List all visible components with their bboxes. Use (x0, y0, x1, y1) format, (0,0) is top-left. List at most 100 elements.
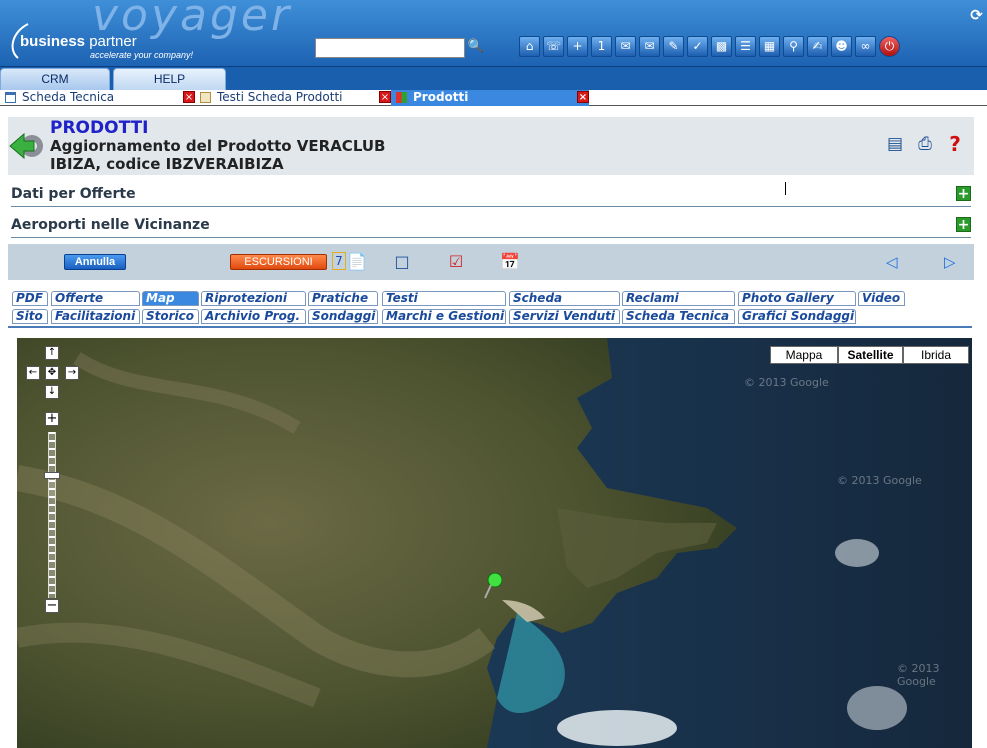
badge-count: 7 (332, 252, 346, 270)
tab-grafici-sondaggi[interactable]: Grafici Sondaggi (738, 309, 856, 324)
cancel-button[interactable]: Annulla (64, 254, 126, 270)
doc-tab-scheda-tecnica[interactable]: Scheda Tecnica × (0, 90, 195, 106)
tab-scheda[interactable]: Scheda (509, 291, 620, 306)
pan-center-icon[interactable]: ✥ (45, 366, 59, 380)
section-label: Aeroporti nelle Vicinanze (11, 217, 210, 233)
power-icon[interactable]: ⏻ (879, 36, 900, 57)
brand-name: business partner (20, 33, 137, 50)
mail-out-icon[interactable]: ✉ (639, 36, 660, 57)
phone-icon[interactable]: ☏ (543, 36, 564, 57)
tab-crm[interactable]: CRM (0, 68, 110, 90)
close-icon[interactable]: × (183, 91, 195, 103)
calendar-icon[interactable]: 1 (591, 36, 612, 57)
zoom-slider-thumb[interactable] (44, 471, 60, 479)
document-clip-icon[interactable]: 📄 (346, 251, 368, 273)
tab-testi[interactable]: Testi (382, 291, 506, 306)
note-icon[interactable]: □ (391, 251, 413, 273)
doc-tab-label: Prodotti (413, 90, 469, 104)
doc-tab-label: Testi Scheda Prodotti (217, 90, 343, 104)
calendar-icon[interactable]: 📅 (499, 251, 521, 273)
close-icon[interactable]: × (379, 91, 391, 103)
search-input[interactable] (315, 38, 465, 58)
map-copyright: © 2013 Google (897, 662, 940, 688)
menu-tabs: CRM HELP (0, 66, 987, 90)
task-check-icon[interactable]: ✓ (687, 36, 708, 57)
tab-servizi-venduti[interactable]: Servizi Venduti (509, 309, 620, 324)
map-type-ibrida[interactable]: Ibrida (903, 346, 969, 364)
map-imagery (17, 338, 972, 748)
document-tabs: Scheda Tecnica × Testi Scheda Prodotti ×… (0, 90, 987, 195)
tab-scheda-tecnica[interactable]: Scheda Tecnica (622, 309, 735, 324)
users-icon[interactable]: ☻ (831, 36, 852, 57)
tab-sondaggi[interactable]: Sondaggi (308, 309, 378, 324)
tab-pratiche[interactable]: Pratiche (308, 291, 378, 306)
excursions-button[interactable]: ESCURSIONI (230, 254, 327, 270)
link-icon[interactable]: ∞ (855, 36, 876, 57)
doc-tab-testi-scheda-prodotti[interactable]: Testi Scheda Prodotti × (195, 90, 391, 106)
expand-icon[interactable]: + (956, 186, 971, 201)
map-type-mappa[interactable]: Mappa (770, 346, 838, 364)
home-icon[interactable]: ⌂ (519, 36, 540, 57)
main-toolbar: ⌂ ☏ + 1 ✉ ✉ ✎ ✓ ▩ ☰ ▦ ⚲ ✍ ☻ ∞ ⏻ (519, 36, 900, 57)
tab-map[interactable]: Map (142, 291, 199, 306)
zoom-in-icon[interactable]: + (45, 412, 59, 426)
tab-riprotezioni[interactable]: Riprotezioni (201, 291, 306, 306)
tab-pdf[interactable]: PDF (12, 291, 48, 306)
doc-tab-prodotti[interactable]: Prodotti × (391, 90, 589, 106)
calculator-icon[interactable]: ▦ (759, 36, 780, 57)
previous-icon[interactable]: ◁ (886, 253, 898, 271)
products-icon (396, 92, 407, 103)
zoom-slider[interactable] (48, 432, 56, 598)
expand-icon[interactable]: + (956, 217, 971, 232)
brand-slogan: accelerate your company! (90, 50, 194, 60)
refresh-icon[interactable]: ⟳ (968, 6, 985, 26)
search-icon[interactable]: 🔍 (467, 39, 485, 57)
calendar-add-icon[interactable]: + (567, 36, 588, 57)
pan-left-icon[interactable]: ← (26, 366, 40, 380)
pan-up-icon[interactable]: ↑ (45, 346, 59, 360)
documents-icon[interactable]: ☰ (735, 36, 756, 57)
page-subtitle: Aggiornamento del Prodotto VERACLUB IBIZ… (50, 137, 386, 173)
tab-archivio-prog[interactable]: Archivio Prog. (201, 309, 306, 324)
briefcase-icon[interactable]: ▩ (711, 36, 732, 57)
location-pin-icon[interactable] (482, 572, 504, 600)
pan-right-icon[interactable]: → (65, 366, 79, 380)
page-title: PRODOTTI (50, 118, 149, 138)
next-icon[interactable]: ▷ (944, 253, 956, 271)
map-copyright: © 2013 Google (837, 474, 922, 487)
briefcase-icon[interactable]: ▤ (884, 133, 906, 155)
tab-reclami[interactable]: Reclami (622, 291, 735, 306)
notepad-icon[interactable]: ✍ (807, 36, 828, 57)
satellite-map[interactable]: Mappa Satellite Ibrida ↑ ← ✥ → ↓ + − © 2… (17, 338, 972, 748)
zoom-out-icon[interactable]: − (45, 599, 59, 613)
pen-icon[interactable]: ✎ (663, 36, 684, 57)
map-type-satellite[interactable]: Satellite (838, 346, 903, 364)
close-icon[interactable]: × (577, 91, 589, 103)
tab-sito[interactable]: Sito (12, 309, 48, 324)
tab-help[interactable]: HELP (113, 68, 226, 90)
back-gear-icon[interactable] (8, 129, 46, 163)
top-bar: voyager business partner accelerate your… (0, 0, 987, 66)
mail-in-icon[interactable]: ✉ (615, 36, 636, 57)
section-aeroporti[interactable]: Aeroporti nelle Vicinanze + (11, 214, 971, 238)
magnifier-icon[interactable]: ⚲ (783, 36, 804, 57)
map-copyright: © 2013 Google (744, 376, 829, 389)
tab-offerte[interactable]: Offerte (51, 291, 140, 306)
tab-storico[interactable]: Storico (142, 309, 199, 324)
section-label: Dati per Offerte (11, 186, 136, 202)
action-toolbar: Annulla ESCURSIONI 7 📄 □ ☑ 📅 ◁ ▷ (8, 244, 974, 280)
pan-down-icon[interactable]: ↓ (45, 385, 59, 399)
tabs-underline (8, 326, 972, 328)
page-header: PRODOTTI Aggiornamento del Prodotto VERA… (8, 117, 974, 175)
checklist-icon[interactable]: ☑ (445, 251, 467, 273)
window-icon (5, 92, 16, 103)
document-pen-icon (200, 92, 211, 103)
help-icon[interactable]: ? (944, 133, 966, 155)
print-icon[interactable]: ⎙ (914, 133, 936, 155)
section-dati-per-offerte[interactable]: Dati per Offerte + (11, 183, 971, 207)
header-actions: ▤ ⎙ ? (884, 133, 966, 155)
tab-video[interactable]: Video (858, 291, 905, 306)
tab-photo-gallery[interactable]: Photo Gallery (738, 291, 856, 306)
tab-facilitazioni[interactable]: Facilitazioni (51, 309, 140, 324)
tab-marchi-e-gestioni[interactable]: Marchi e Gestioni (382, 309, 506, 324)
